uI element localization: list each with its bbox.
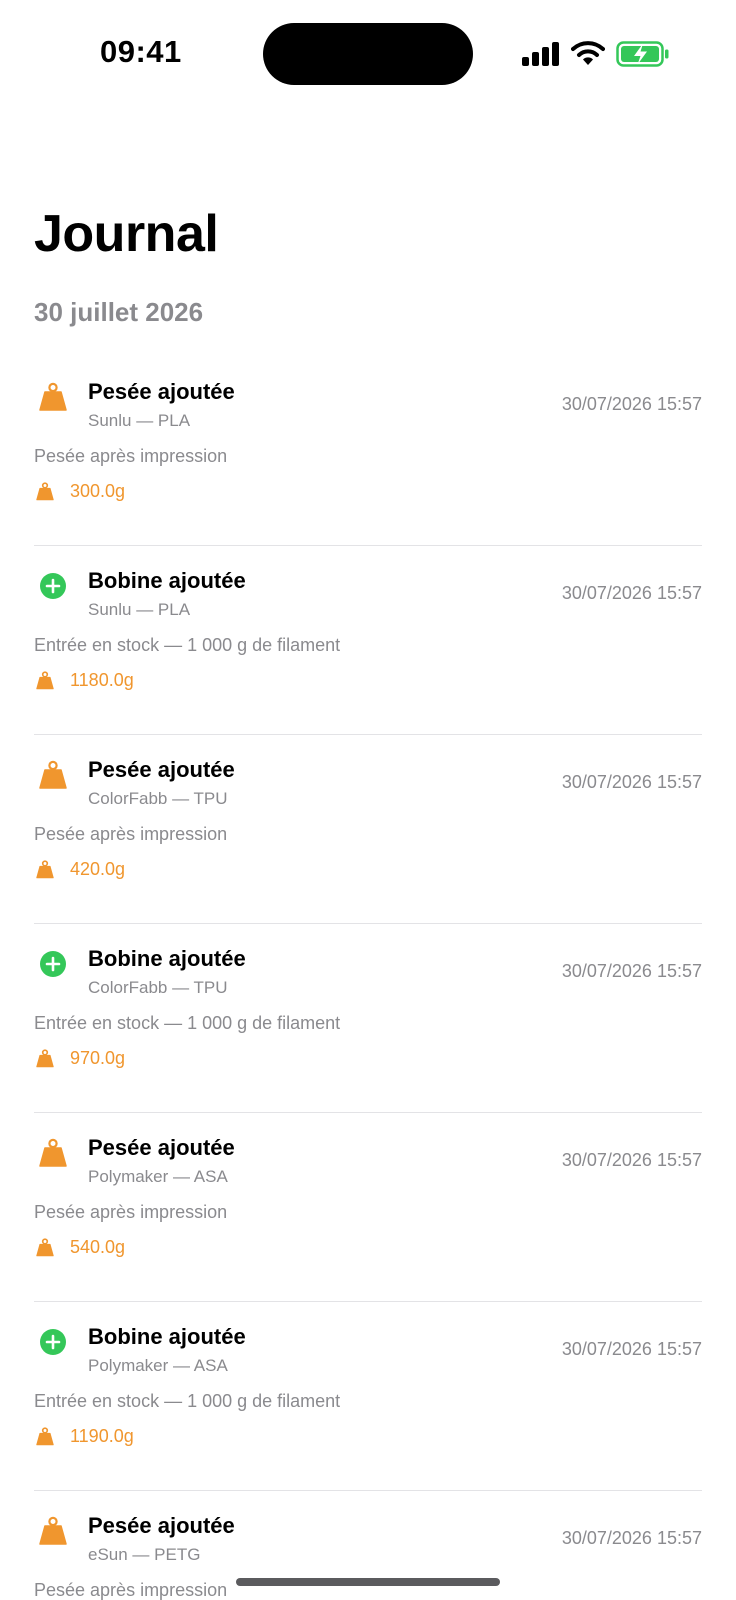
entry-title: Pesée ajoutée	[88, 379, 235, 404]
weight-icon	[36, 860, 54, 879]
entry-title: Pesée ajoutée	[88, 1135, 235, 1160]
entry-note: Pesée après impression	[34, 1580, 228, 1600]
entry-timestamp: 30/07/2026 15:57	[561, 772, 702, 792]
cellular-signal-icon	[522, 42, 560, 66]
entry-note: Pesée après impression	[34, 824, 228, 844]
entry-weight: 970.0g	[70, 1048, 126, 1068]
journal-entry[interactable]: Bobine ajoutée ColorFabb — TPU 30/07/202…	[34, 924, 702, 1113]
section-date-header: 30 juillet 2026	[34, 297, 204, 327]
entry-weight: 420.0g	[70, 859, 126, 879]
journal-screen: 09:41 Journal 30 juillet 2026 Pesée ajou…	[0, 0, 736, 1600]
entry-title: Bobine ajoutée	[88, 568, 246, 593]
journal-entry[interactable]: Pesée ajoutée ColorFabb — TPU 30/07/2026…	[34, 735, 702, 924]
weight-icon	[39, 760, 67, 789]
entry-title: Pesée ajoutée	[88, 1513, 235, 1538]
plus-circle-icon	[40, 951, 66, 977]
weight-icon	[39, 1516, 67, 1545]
journal-entry[interactable]: Pesée ajoutée Polymaker — ASA 30/07/2026…	[34, 1113, 702, 1302]
weight-icon	[36, 482, 54, 501]
entry-weight: 1180.0g	[70, 670, 134, 690]
wifi-icon	[571, 41, 605, 65]
entry-spool: Sunlu — PLA	[88, 600, 191, 619]
dynamic-island	[263, 23, 473, 85]
weight-icon	[36, 1427, 54, 1446]
entry-timestamp: 30/07/2026 15:57	[561, 1150, 702, 1170]
entry-note: Entrée en stock — 1 000 g de filament	[34, 1391, 341, 1411]
entry-title: Bobine ajoutée	[88, 946, 246, 971]
entry-weight: 1190.0g	[70, 1426, 134, 1446]
entry-note: Pesée après impression	[34, 1202, 228, 1222]
entry-spool: Polymaker — ASA	[88, 1167, 228, 1186]
entry-spool: Polymaker — ASA	[88, 1356, 228, 1375]
entry-spool: eSun — PETG	[88, 1545, 201, 1564]
entry-title: Pesée ajoutée	[88, 757, 235, 782]
weight-icon	[39, 1138, 67, 1167]
journal-entry-list: Pesée ajoutée Sunlu — PLA 30/07/2026 15:…	[34, 357, 702, 1600]
battery-charging-icon	[616, 41, 669, 67]
journal-entry[interactable]: Bobine ajoutée Polymaker — ASA 30/07/202…	[34, 1302, 702, 1491]
plus-circle-icon	[40, 573, 66, 599]
weight-icon	[36, 1049, 54, 1068]
status-bar: 09:41	[0, 0, 736, 100]
journal-entry[interactable]: Pesée ajoutée Sunlu — PLA 30/07/2026 15:…	[34, 357, 702, 546]
entry-timestamp: 30/07/2026 15:57	[561, 583, 702, 603]
weight-icon	[36, 1238, 54, 1257]
entry-timestamp: 30/07/2026 15:57	[561, 961, 702, 981]
entry-note: Entrée en stock — 1 000 g de filament	[34, 635, 341, 655]
journal-entry[interactable]: Bobine ajoutée Sunlu — PLA 30/07/2026 15…	[34, 546, 702, 735]
entry-title: Bobine ajoutée	[88, 1324, 246, 1349]
page-title: Journal	[34, 205, 219, 263]
entry-spool: ColorFabb — TPU	[88, 978, 228, 997]
entry-weight: 300.0g	[70, 481, 126, 501]
weight-icon	[39, 382, 67, 411]
entry-spool: ColorFabb — TPU	[88, 789, 228, 808]
entry-timestamp: 30/07/2026 15:57	[561, 1528, 702, 1548]
weight-icon	[36, 671, 54, 690]
entry-note: Pesée après impression	[34, 446, 228, 466]
status-time: 09:41	[100, 34, 182, 69]
entry-spool: Sunlu — PLA	[88, 411, 191, 430]
entry-weight: 540.0g	[70, 1237, 126, 1257]
entry-timestamp: 30/07/2026 15:57	[561, 1339, 702, 1359]
entry-timestamp: 30/07/2026 15:57	[561, 394, 702, 414]
entry-note: Entrée en stock — 1 000 g de filament	[34, 1013, 341, 1033]
plus-circle-icon	[40, 1329, 66, 1355]
home-indicator[interactable]	[236, 1578, 500, 1586]
